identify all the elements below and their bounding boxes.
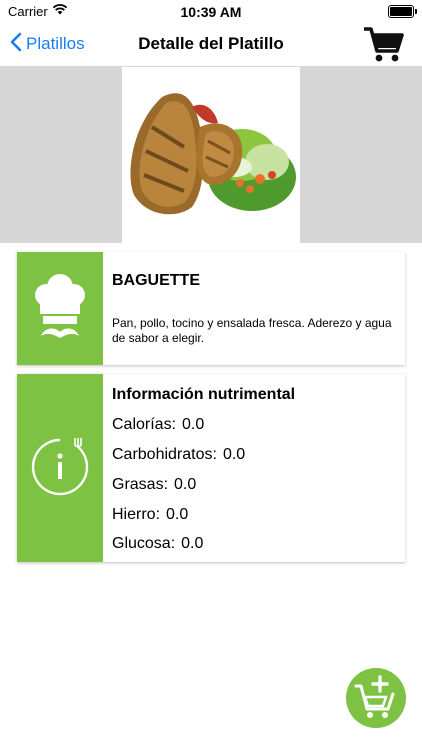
- navigation-bar: Platillos Detalle del Platillo: [0, 22, 422, 67]
- info-icon: [17, 438, 103, 566]
- nutrition-label: Carbohidratos:: [112, 446, 217, 463]
- dish-photo: [122, 67, 300, 243]
- nutrition-label: Calorías:: [112, 416, 177, 433]
- nutrition-card-icon-panel: [17, 374, 103, 562]
- nutrition-label: Hierro:: [112, 506, 161, 523]
- nutrition-value: 0.0: [222, 446, 246, 463]
- page-title: Detalle del Platillo: [138, 34, 284, 53]
- status-time: 10:39 AM: [180, 4, 242, 20]
- status-bar: Carrier 10:39 AM: [0, 0, 422, 22]
- nutrition-value: 0.0: [166, 506, 189, 523]
- nutrition-value: 0.0: [181, 535, 204, 552]
- shopping-cart-icon[interactable]: [362, 24, 404, 64]
- nutrition-row-glucosa: Glucosa: 0.0: [112, 535, 203, 553]
- nutrition-row-grasas: Grasas: 0.0: [112, 476, 196, 494]
- nutrition-label: Grasas:: [112, 476, 169, 493]
- nutrition-row-calorias: Calorías: 0.0: [112, 416, 204, 434]
- dish-card-icon-panel: [17, 252, 103, 365]
- dish-image-area: [0, 67, 422, 243]
- add-to-cart-button[interactable]: [346, 668, 406, 728]
- nutrition-value: 0.0: [174, 476, 197, 493]
- battery-icon: [388, 5, 417, 18]
- dish-description: Pan, pollo, tocino y ensalada fresca. Ad…: [112, 316, 392, 345]
- nutrition-label: Glucosa:: [112, 535, 176, 552]
- nutrition-row-hierro: Hierro: 0.0: [112, 506, 188, 524]
- nutrition-value: 0.0: [182, 416, 205, 433]
- dish-name: BAGUETTE: [112, 272, 200, 289]
- chef-hat-icon: [17, 274, 103, 369]
- nutrition-title: Información nutrimental: [112, 386, 296, 403]
- nutrition-row-carbohidratos: Carbohidratos: 0.0: [112, 446, 245, 464]
- add-to-cart-icon: [346, 675, 406, 732]
- dish-card: BAGUETTE Pan, pollo, tocino y ensalada f…: [17, 252, 405, 365]
- nutrition-card: Información nutrimental Calorías: 0.0 Car…: [17, 374, 405, 562]
